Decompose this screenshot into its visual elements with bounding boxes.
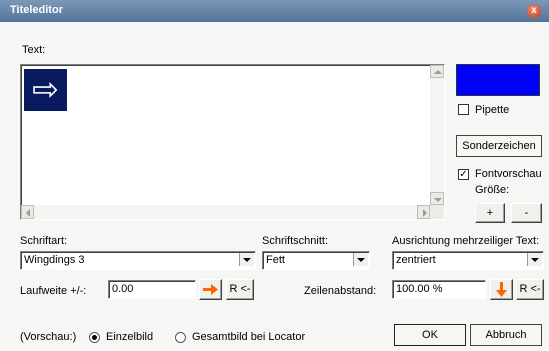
- title-bar: [0, 0, 549, 22]
- horizontal-scrollbar[interactable]: [21, 205, 430, 219]
- schriftschnitt-label: Schriftschnitt:: [262, 235, 329, 247]
- ausrichtung-value: zentriert: [396, 254, 436, 266]
- ausrichtung-select[interactable]: zentriert: [392, 251, 544, 270]
- schriftart-select[interactable]: Wingdings 3: [20, 251, 256, 270]
- gesamtbild-label: Gesamtbild bei Locator: [192, 331, 306, 343]
- fontvorschau-checkbox[interactable]: ✓: [458, 169, 469, 180]
- chevron-left-icon: [26, 209, 30, 217]
- pipette-label: Pipette: [475, 104, 510, 116]
- schriftschnitt-select[interactable]: Fett: [262, 251, 370, 270]
- chevron-down-icon: [531, 258, 539, 262]
- pipette-checkbox[interactable]: [458, 104, 469, 115]
- gesamtbild-radio[interactable]: [175, 332, 186, 343]
- arrow-right-icon: ⇨: [24, 69, 67, 111]
- chevron-right-icon: [423, 209, 427, 217]
- scroll-up-button[interactable]: [430, 65, 444, 78]
- schriftschnitt-dropdown-button[interactable]: [353, 253, 368, 266]
- schriftschnitt-value: Fett: [266, 254, 285, 266]
- vertical-scrollbar[interactable]: [430, 65, 444, 205]
- scroll-right-button[interactable]: [417, 205, 430, 219]
- zeilenabstand-value: 100.00 %: [396, 283, 443, 295]
- sonderzeichen-button[interactable]: Sonderzeichen: [456, 135, 542, 157]
- laufweite-reset-button[interactable]: R <-: [226, 279, 254, 300]
- chevron-up-icon: [434, 70, 442, 74]
- ok-button[interactable]: OK: [394, 324, 466, 346]
- scroll-down-button[interactable]: [430, 192, 444, 205]
- groesse-label: Größe:: [475, 184, 510, 196]
- window-title: Titeleditor: [10, 4, 63, 16]
- scrollbar-corner: [430, 205, 444, 219]
- einzelbild-radio[interactable]: [89, 332, 100, 343]
- size-minus-button[interactable]: -: [511, 203, 542, 223]
- text-editor[interactable]: ⇨: [20, 64, 445, 220]
- close-icon[interactable]: x: [527, 4, 541, 18]
- fontvorschau-label: Fontvorschau: [475, 168, 542, 180]
- arrow-right-icon: [203, 284, 218, 295]
- chevron-down-icon: [243, 258, 251, 262]
- vorschau-label: (Vorschau:): [20, 331, 77, 343]
- schriftart-dropdown-button[interactable]: [239, 253, 254, 266]
- chevron-down-icon: [434, 198, 442, 202]
- laufweite-label: Laufweite +/-:: [20, 285, 87, 297]
- color-swatch[interactable]: [456, 64, 540, 96]
- size-plus-button[interactable]: +: [475, 203, 505, 223]
- abbruch-button[interactable]: Abbruch: [470, 324, 542, 346]
- laufweite-input[interactable]: 0.00: [108, 280, 196, 299]
- schriftart-label: Schriftart:: [20, 235, 68, 247]
- ausrichtung-label: Ausrichtung mehrzeiliger Text:: [392, 235, 540, 247]
- laufweite-value: 0.00: [112, 283, 134, 295]
- zeilenabstand-input[interactable]: 100.00 %: [392, 280, 486, 299]
- scroll-left-button[interactable]: [21, 205, 34, 219]
- einzelbild-label: Einzelbild: [106, 331, 154, 343]
- zeilenabstand-arrow-button[interactable]: [490, 279, 513, 300]
- zeilenabstand-reset-button[interactable]: R <-: [516, 279, 544, 300]
- arrow-down-icon: [496, 282, 507, 297]
- text-label: Text:: [22, 44, 46, 56]
- laufweite-arrow-button[interactable]: [199, 279, 222, 300]
- ausrichtung-dropdown-button[interactable]: [527, 253, 542, 266]
- zeilenabstand-label: Zeilenabstand:: [304, 285, 377, 297]
- chevron-down-icon: [357, 258, 365, 262]
- schriftart-value: Wingdings 3: [24, 254, 85, 266]
